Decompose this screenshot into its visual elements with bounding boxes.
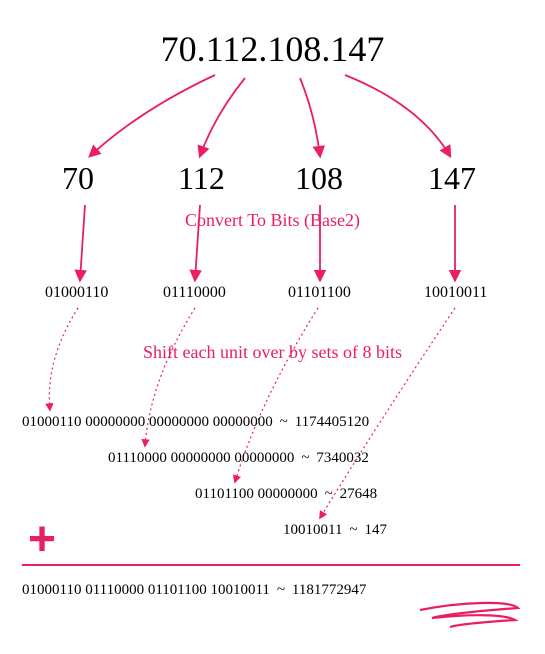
plus-icon: + [28, 512, 56, 567]
binary-c: 01101100 [288, 284, 351, 302]
ip-address: 70.112.108.147 [0, 28, 545, 70]
shift-row-1-bits: 01000110 00000000 00000000 00000000 [22, 414, 273, 430]
sum-row: 01000110 01110000 01101100 10010011~1181… [22, 582, 366, 599]
shift-row-4: 10010011~147 [283, 522, 387, 539]
separator: ~ [273, 414, 295, 431]
label-convert: Convert To Bits (Base2) [0, 210, 545, 231]
binary-a: 01000110 [45, 284, 108, 302]
arrows-layer [0, 0, 545, 654]
shift-row-2-dec: 7340032 [316, 450, 369, 466]
label-shift: Shift each unit over by sets of 8 bits [0, 342, 545, 363]
binary-d: 10010011 [424, 284, 487, 302]
octet-b: 112 [178, 160, 225, 197]
binary-b: 01110000 [163, 284, 226, 302]
separator: ~ [270, 582, 292, 599]
shift-row-3: 01101100 00000000~27648 [195, 486, 377, 503]
sum-bits: 01000110 01110000 01101100 10010011 [22, 582, 270, 598]
sum-dec: 1181772947 [292, 582, 366, 598]
octet-d: 147 [428, 160, 476, 197]
shift-row-1: 01000110 00000000 00000000 00000000~1174… [22, 414, 369, 431]
shift-row-2: 01110000 00000000 00000000~7340032 [108, 450, 369, 467]
shift-row-2-bits: 01110000 00000000 00000000 [108, 450, 294, 466]
separator: ~ [294, 450, 316, 467]
octet-c: 108 [295, 160, 343, 197]
shift-row-4-dec: 147 [364, 522, 387, 538]
octet-a: 70 [62, 160, 94, 197]
shift-row-4-bits: 10010011 [283, 522, 342, 538]
separator: ~ [318, 486, 340, 503]
shift-row-3-bits: 01101100 00000000 [195, 486, 318, 502]
shift-row-3-dec: 27648 [340, 486, 378, 502]
shift-row-1-dec: 1174405120 [295, 414, 369, 430]
separator: ~ [342, 522, 364, 539]
sum-divider [22, 564, 520, 566]
